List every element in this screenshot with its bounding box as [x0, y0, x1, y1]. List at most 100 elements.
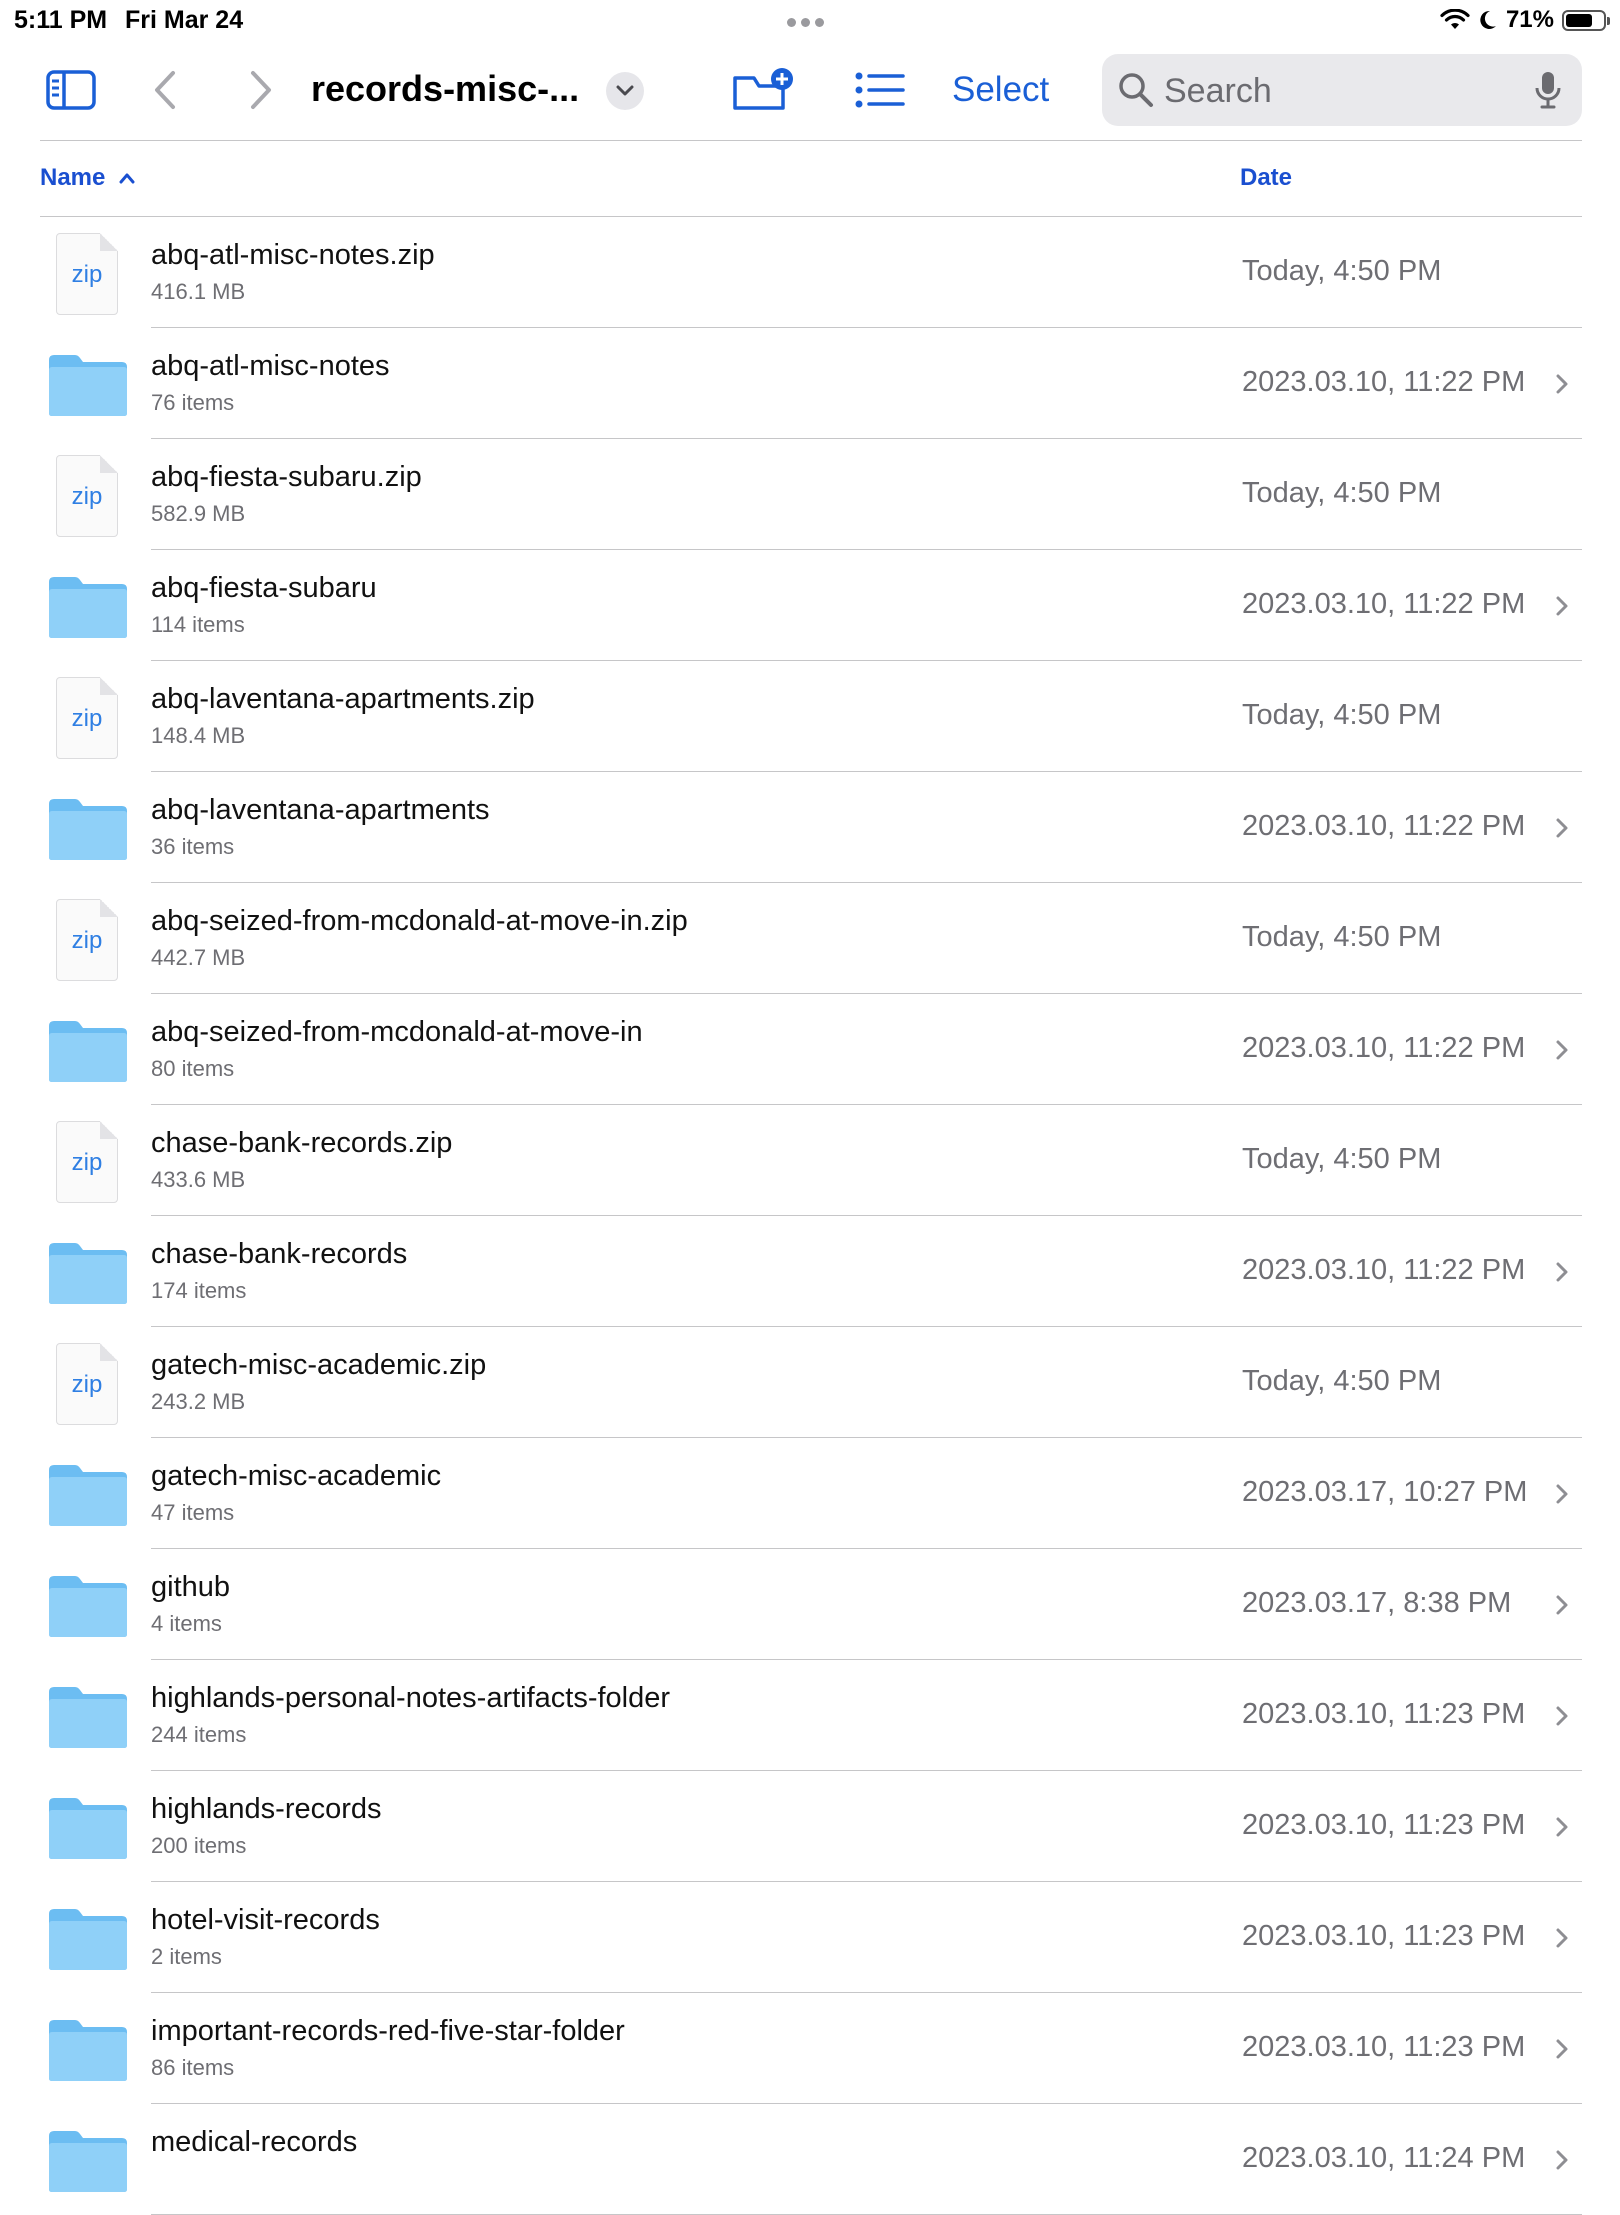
file-size: 442.7 MB [151, 945, 246, 970]
modified-date: 2023.03.10, 11:24 PM [1242, 2142, 1526, 2174]
zip-file-icon: zip [56, 233, 118, 315]
file-name: highlands-records [151, 1793, 382, 1825]
zip-file-icon: zip [56, 1343, 118, 1425]
modified-date: Today, 4:50 PM [1242, 1365, 1442, 1397]
forward-chevron-icon[interactable] [248, 70, 274, 110]
microphone-icon[interactable] [1534, 70, 1562, 110]
toolbar-divider [40, 140, 1582, 141]
chevron-right-icon[interactable] [1553, 1926, 1571, 1950]
item-count: 2 items [151, 1944, 222, 1969]
file-name: abq-laventana-apartments [151, 794, 490, 826]
select-button[interactable]: Select [952, 70, 1049, 110]
chevron-right-icon[interactable] [1553, 1593, 1571, 1617]
file-row[interactable]: zip abq-atl-misc-notes.zip 416.1 MB Today, … [0, 217, 1620, 328]
folder-row[interactable]: abq-laventana-apartments 36 items 2023.03.… [0, 772, 1620, 883]
file-row[interactable]: zip abq-seized-from-mcdonald-at-move-in.z… [0, 883, 1620, 994]
file-row[interactable]: zip abq-fiesta-subaru.zip 582.9 MB Today, 4… [0, 439, 1620, 550]
wifi-icon [1440, 9, 1470, 29]
file-name: highlands-personal-notes-artifacts-folde… [151, 1682, 671, 1714]
file-list: zip abq-atl-misc-notes.zip 416.1 MB Today, … [0, 217, 1620, 2215]
zip-icon-label: zip [71, 1149, 103, 1176]
status-bar: 5:11 PM Fri Mar 24 71% [0, 0, 1620, 40]
file-name: abq-laventana-apartments.zip [151, 683, 535, 715]
list-view-icon[interactable] [855, 72, 905, 108]
item-count: 174 items [151, 1278, 247, 1303]
file-size: 416.1 MB [151, 279, 246, 304]
chevron-right-icon[interactable] [1553, 2037, 1571, 2061]
folder-row[interactable]: highlands-personal-notes-artifacts-folde… [0, 1660, 1620, 1771]
status-time: 5:11 PM [14, 6, 108, 34]
zip-icon-label: zip [71, 483, 103, 510]
chevron-right-icon[interactable] [1553, 1260, 1571, 1284]
chevron-right-icon[interactable] [1553, 1482, 1571, 1506]
chevron-right-icon[interactable] [1553, 372, 1571, 396]
modified-date: Today, 4:50 PM [1242, 921, 1442, 953]
item-count: 80 items [151, 1056, 235, 1081]
folder-row[interactable]: abq-seized-from-mcdonald-at-move-in 80 it… [0, 994, 1620, 1105]
chevron-right-icon[interactable] [1553, 1704, 1571, 1728]
file-name: abq-fiesta-subaru.zip [151, 461, 422, 493]
file-row[interactable]: zip chase-bank-records.zip 433.6 MB Today, … [0, 1105, 1620, 1216]
column-header-date[interactable]: Date [1240, 164, 1292, 192]
new-folder-icon[interactable] [732, 66, 794, 112]
folder-row[interactable]: important-records-red-five-star-folder 86… [0, 1993, 1620, 2104]
folder-icon [49, 2020, 127, 2081]
folder-row[interactable]: abq-fiesta-subaru 114 items 2023.03.10, 11… [0, 550, 1620, 661]
folder-row[interactable]: highlands-records 200 items 2023.03.10, 11… [0, 1771, 1620, 1882]
zip-file-icon: zip [56, 1121, 118, 1203]
file-row[interactable]: zip gatech-misc-academic.zip 243.2 MB Today… [0, 1327, 1620, 1438]
folder-row[interactable]: github 4 items 2023.03.17, 8:38 PM [0, 1549, 1620, 1660]
file-name: hotel-visit-records [151, 1904, 380, 1936]
column-header-name[interactable]: Name [40, 164, 136, 192]
chevron-right-icon[interactable] [1553, 594, 1571, 618]
file-size: 243.2 MB [151, 1389, 246, 1414]
modified-date: Today, 4:50 PM [1242, 1143, 1442, 1175]
modified-date: 2023.03.10, 11:23 PM [1242, 2031, 1526, 2063]
file-name: gatech-misc-academic.zip [151, 1349, 487, 1381]
modified-date: 2023.03.17, 10:27 PM [1242, 1476, 1528, 1508]
sort-ascending-icon [119, 173, 135, 184]
sidebar-toggle-icon[interactable] [46, 70, 96, 110]
modified-date: 2023.03.10, 11:22 PM [1242, 1254, 1526, 1286]
folder-icon [49, 1798, 127, 1859]
page-fold [100, 899, 118, 917]
modified-date: Today, 4:50 PM [1242, 699, 1442, 731]
file-name: abq-fiesta-subaru [151, 572, 377, 604]
file-row[interactable]: zip abq-laventana-apartments.zip 148.4 MB T… [0, 661, 1620, 772]
file-size: 433.6 MB [151, 1167, 246, 1192]
chevron-right-icon[interactable] [1553, 1815, 1571, 1839]
modified-date: 2023.03.10, 11:22 PM [1242, 810, 1526, 842]
back-chevron-icon[interactable] [152, 70, 178, 110]
multitasking-dots-icon[interactable] [787, 14, 833, 27]
zip-file-icon: zip [56, 899, 118, 981]
folder-row[interactable]: gatech-misc-academic 47 items 2023.03.17, … [0, 1438, 1620, 1549]
zip-icon-label: zip [71, 1371, 103, 1398]
item-count: 4 items [151, 1611, 222, 1636]
folder-row[interactable]: hotel-visit-records 2 items 2023.03.10, 11… [0, 1882, 1620, 1993]
modified-date: 2023.03.10, 11:22 PM [1242, 588, 1526, 620]
folder-row[interactable]: chase-bank-records 174 items 2023.03.10, 1… [0, 1216, 1620, 1327]
page-fold [100, 1121, 118, 1139]
zip-icon-label: zip [71, 705, 103, 732]
battery-percent: 71% [1505, 6, 1554, 33]
chevron-right-icon[interactable] [1553, 816, 1571, 840]
zip-file-icon: zip [56, 677, 118, 759]
chevron-right-icon[interactable] [1553, 2148, 1571, 2172]
modified-date: 2023.03.17, 8:38 PM [1242, 1587, 1512, 1619]
file-name: medical-records [151, 2126, 358, 2158]
folder-title[interactable]: records-misc-... [311, 68, 579, 110]
folder-menu-button[interactable] [606, 72, 644, 110]
search-placeholder: Search [1164, 72, 1272, 110]
modified-date: 2023.03.10, 11:22 PM [1242, 1032, 1526, 1064]
folder-icon [49, 355, 127, 416]
chevron-right-icon[interactable] [1553, 1038, 1571, 1062]
file-name: abq-atl-misc-notes [151, 350, 390, 382]
item-count: 200 items [151, 1833, 247, 1858]
folder-row[interactable]: abq-atl-misc-notes 76 items 2023.03.10, 11… [0, 328, 1620, 439]
chevron-down-icon [616, 85, 634, 96]
search-input[interactable]: Search [1102, 54, 1582, 126]
toolbar: records-misc-... Select Search [0, 48, 1620, 132]
page-fold [100, 233, 118, 251]
zip-icon-label: zip [71, 927, 103, 954]
item-count: 86 items [151, 2055, 235, 2080]
